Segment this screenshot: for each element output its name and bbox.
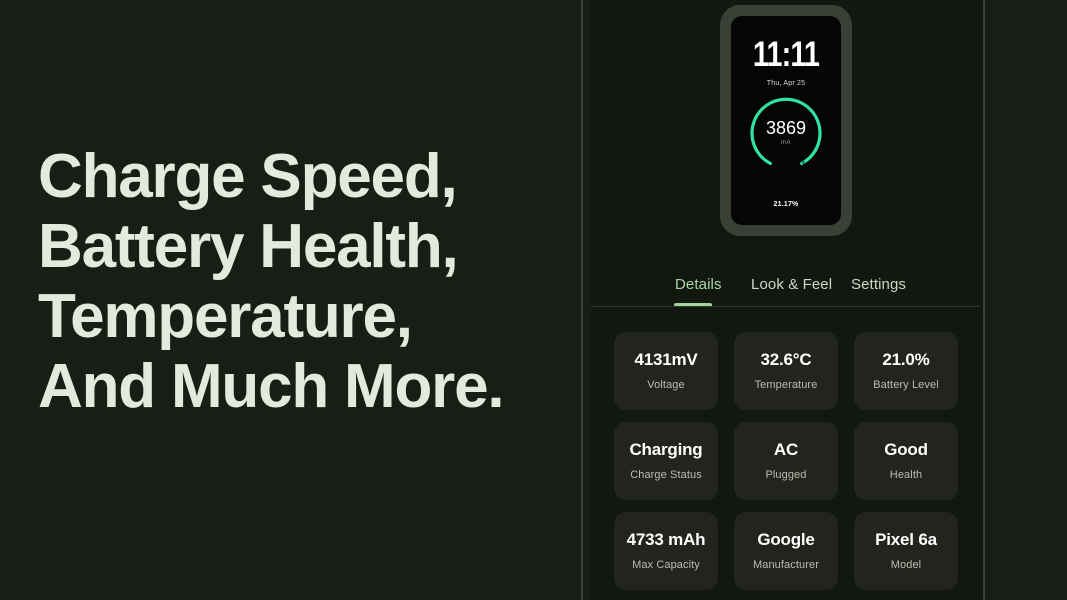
tab-bar-divider (591, 306, 980, 307)
card-label: Temperature (754, 379, 818, 391)
hero-headline-line-3: Temperature, (38, 282, 413, 351)
charge-rate-gauge: 3869 mA (748, 96, 824, 172)
card-value: 32.6°C (760, 350, 812, 369)
tab-bar: Details Look & Feel Settings (591, 262, 983, 307)
app-preview-panel: 11:11 Thu, Apr 25 3869 mA 21.17% Details… (591, 0, 983, 600)
card-battery-level[interactable]: 21.0% Battery Level (854, 332, 958, 410)
card-label: Voltage (647, 379, 685, 391)
card-label: Battery Level (873, 379, 939, 391)
hero-headline-line-2: Battery Health, (38, 212, 459, 281)
card-label: Health (889, 469, 923, 481)
tab-look-and-feel[interactable]: Look & Feel (751, 262, 832, 307)
battery-percent-label: 21.17% (773, 201, 799, 208)
card-value: Charging (629, 440, 703, 459)
panel-divider-left (581, 0, 583, 600)
hero-panel: Charge Speed, Battery Health, Temperatur… (0, 0, 581, 600)
card-charge-status[interactable]: Charging Charge Status (614, 422, 718, 500)
tab-settings[interactable]: Settings (851, 262, 906, 307)
card-label: Plugged (765, 469, 807, 481)
card-health[interactable]: Good Health (854, 422, 958, 500)
screenshot-root: Charge Speed, Battery Health, Temperatur… (0, 0, 1067, 600)
card-label: Manufacturer (752, 559, 819, 571)
phone-mockup: 11:11 Thu, Apr 25 3869 mA 21.17% (591, 0, 983, 236)
card-voltage[interactable]: 4131mV Voltage (614, 332, 718, 410)
tab-details[interactable]: Details (675, 262, 722, 307)
hero-headline-line-4: And Much More. (38, 352, 505, 421)
card-value: 4131mV (634, 350, 698, 369)
card-value: Good (884, 440, 928, 459)
hero-headline-line-1: Charge Speed, (38, 142, 458, 211)
card-label: Charge Status (630, 469, 702, 481)
phone-screen: 11:11 Thu, Apr 25 3869 mA 21.17% (731, 16, 841, 225)
panel-divider-right (983, 0, 985, 600)
details-card-grid: 4131mV Voltage 32.6°C Temperature 21.0% … (614, 332, 959, 590)
gauge-value: 3869 (765, 118, 807, 138)
card-label: Max Capacity (632, 559, 700, 571)
card-value: Pixel 6a (875, 530, 937, 549)
gauge-unit: mA (781, 140, 791, 146)
lockscreen-date: Thu, Apr 25 (766, 80, 806, 87)
card-value: AC (773, 440, 799, 459)
card-plugged[interactable]: AC Plugged (734, 422, 838, 500)
lockscreen-clock: 11:11 (752, 35, 820, 74)
card-model[interactable]: Pixel 6a Model (854, 512, 958, 590)
card-label: Model (890, 559, 922, 571)
card-value: 21.0% (882, 350, 930, 369)
card-value: 4733 mAh (626, 530, 706, 549)
phone-frame: 11:11 Thu, Apr 25 3869 mA 21.17% (720, 5, 852, 236)
card-value: Google (757, 530, 815, 549)
card-temperature[interactable]: 32.6°C Temperature (734, 332, 838, 410)
card-max-capacity[interactable]: 4733 mAh Max Capacity (614, 512, 718, 590)
card-manufacturer[interactable]: Google Manufacturer (734, 512, 838, 590)
hero-headline: Charge Speed, Battery Health, Temperatur… (38, 142, 558, 422)
